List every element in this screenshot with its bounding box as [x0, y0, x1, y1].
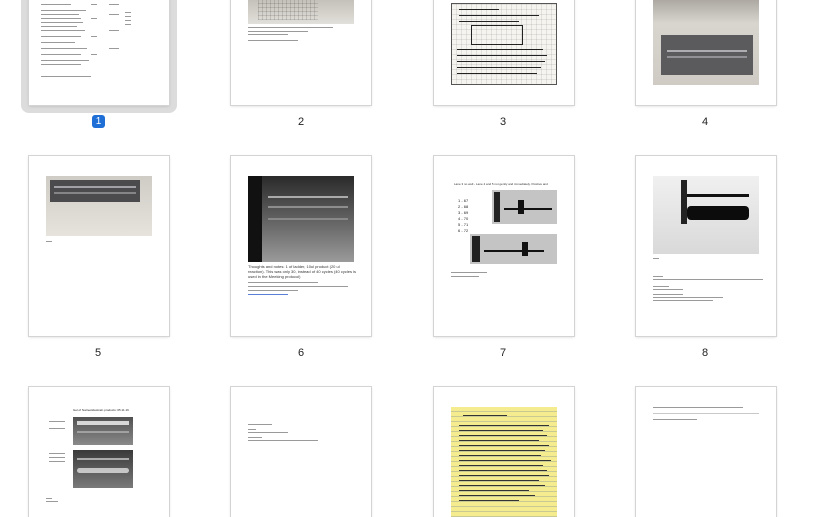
table-line [41, 48, 87, 49]
page-heading: Lane 3 no well - Lane 4 and 5 not gently… [454, 182, 548, 186]
text-line [49, 453, 65, 454]
page-number: 7 [499, 347, 507, 359]
page-notes: Thoughts and notes: 1 of ladder, 10ul pr… [248, 264, 356, 279]
text-line [248, 34, 288, 35]
text-line [248, 282, 318, 283]
text-line [248, 31, 308, 32]
gel-image-lower [470, 234, 557, 264]
table-line [41, 30, 85, 31]
page-thumbnail-6[interactable]: Thoughts and notes: 1 of ladder, 10ul pr… [231, 156, 371, 336]
page-thumbnail-10[interactable] [231, 387, 371, 517]
page-number-badge: 1 [92, 115, 105, 128]
text-line [248, 429, 256, 430]
page-number: 8 [701, 347, 709, 359]
page-number: 4 [701, 116, 709, 128]
table-line [125, 12, 131, 13]
table-line [41, 42, 75, 43]
page-thumbnail-7[interactable]: Lane 3 no well - Lane 4 and 5 not gently… [434, 156, 574, 336]
text-line [653, 279, 763, 280]
text-line [248, 286, 348, 287]
text-line [49, 421, 65, 422]
table-line [125, 20, 131, 21]
link-line [248, 294, 288, 295]
table-line [125, 16, 131, 17]
text-line [46, 498, 52, 499]
page-thumbnail-4[interactable] [636, 0, 776, 105]
text-line [49, 461, 65, 462]
page-number: 3 [499, 116, 507, 128]
table-line [41, 36, 81, 37]
text-line [653, 300, 713, 301]
table-line [91, 4, 97, 5]
text-line [248, 27, 333, 28]
text-line [653, 297, 723, 298]
text-line [49, 428, 65, 429]
text-line [248, 440, 318, 441]
page-thumbnail-3[interactable] [434, 0, 574, 105]
table-line [91, 36, 97, 37]
text-line [653, 413, 759, 414]
page-number: 5 [94, 347, 102, 359]
gel-panel-lower [73, 450, 133, 488]
text-line [653, 276, 663, 277]
text-line [653, 294, 683, 295]
table-line [41, 4, 71, 5]
table-line [109, 30, 119, 31]
text-line [248, 290, 298, 291]
text-line [46, 501, 58, 502]
table-line [109, 4, 119, 5]
table-line [41, 18, 81, 19]
table-line [41, 64, 81, 65]
text-line [248, 424, 272, 425]
page-thumbnail-11[interactable] [434, 387, 574, 517]
text-line [653, 286, 669, 287]
text-line [451, 272, 487, 273]
gel-image [248, 176, 354, 262]
table-line [41, 54, 81, 55]
text-line [248, 437, 262, 438]
lane-label: 6 - 72 [458, 228, 469, 233]
table-line [109, 48, 119, 49]
gel-panel-upper [73, 417, 133, 445]
gel-photo [653, 0, 759, 85]
table-line [41, 14, 79, 15]
page-number: 6 [297, 347, 305, 359]
table-line [125, 24, 131, 25]
thumbnail-grid: 1 2 3 4 5 Thoughts and notes: 1 of ladde… [0, 0, 825, 517]
page-thumbnail-9[interactable]: Gel of Nucleotidestrain products: 05.11.… [29, 387, 169, 517]
text-line [248, 432, 288, 433]
table-line [41, 22, 83, 23]
page-thumbnail-8[interactable] [636, 156, 776, 336]
text-line [653, 419, 697, 420]
table-line [109, 14, 119, 15]
text-line [46, 241, 52, 242]
notebook-grid [258, 0, 318, 20]
yellow-handwritten-page [451, 407, 557, 517]
lane-list: 1 - 67 2 - 68 3 - 69 4 - 70 5 - 71 6 - 7… [458, 198, 468, 234]
page-heading: Gel of Nucleotidestrain products: 05.11.… [73, 408, 129, 412]
table-line [91, 18, 97, 19]
text-line [248, 40, 298, 41]
gel-image [653, 176, 759, 254]
text-line [653, 289, 683, 290]
gel-image-upper [492, 190, 557, 224]
page-thumbnail-2[interactable] [231, 0, 371, 105]
gel-photo [46, 176, 152, 236]
table-line [41, 60, 89, 61]
text-line [49, 457, 65, 458]
page-number: 2 [297, 116, 305, 128]
handwritten-notebook-photo [451, 3, 557, 85]
page-thumbnail-1[interactable] [29, 0, 169, 105]
table-line [41, 10, 86, 11]
text-line [653, 407, 743, 408]
page-thumbnail-12[interactable] [636, 387, 776, 517]
text-line [653, 258, 659, 259]
table-line [41, 76, 91, 77]
page-thumbnail-5[interactable] [29, 156, 169, 336]
table-line [41, 26, 77, 27]
text-line [451, 276, 479, 277]
table-line [91, 54, 97, 55]
